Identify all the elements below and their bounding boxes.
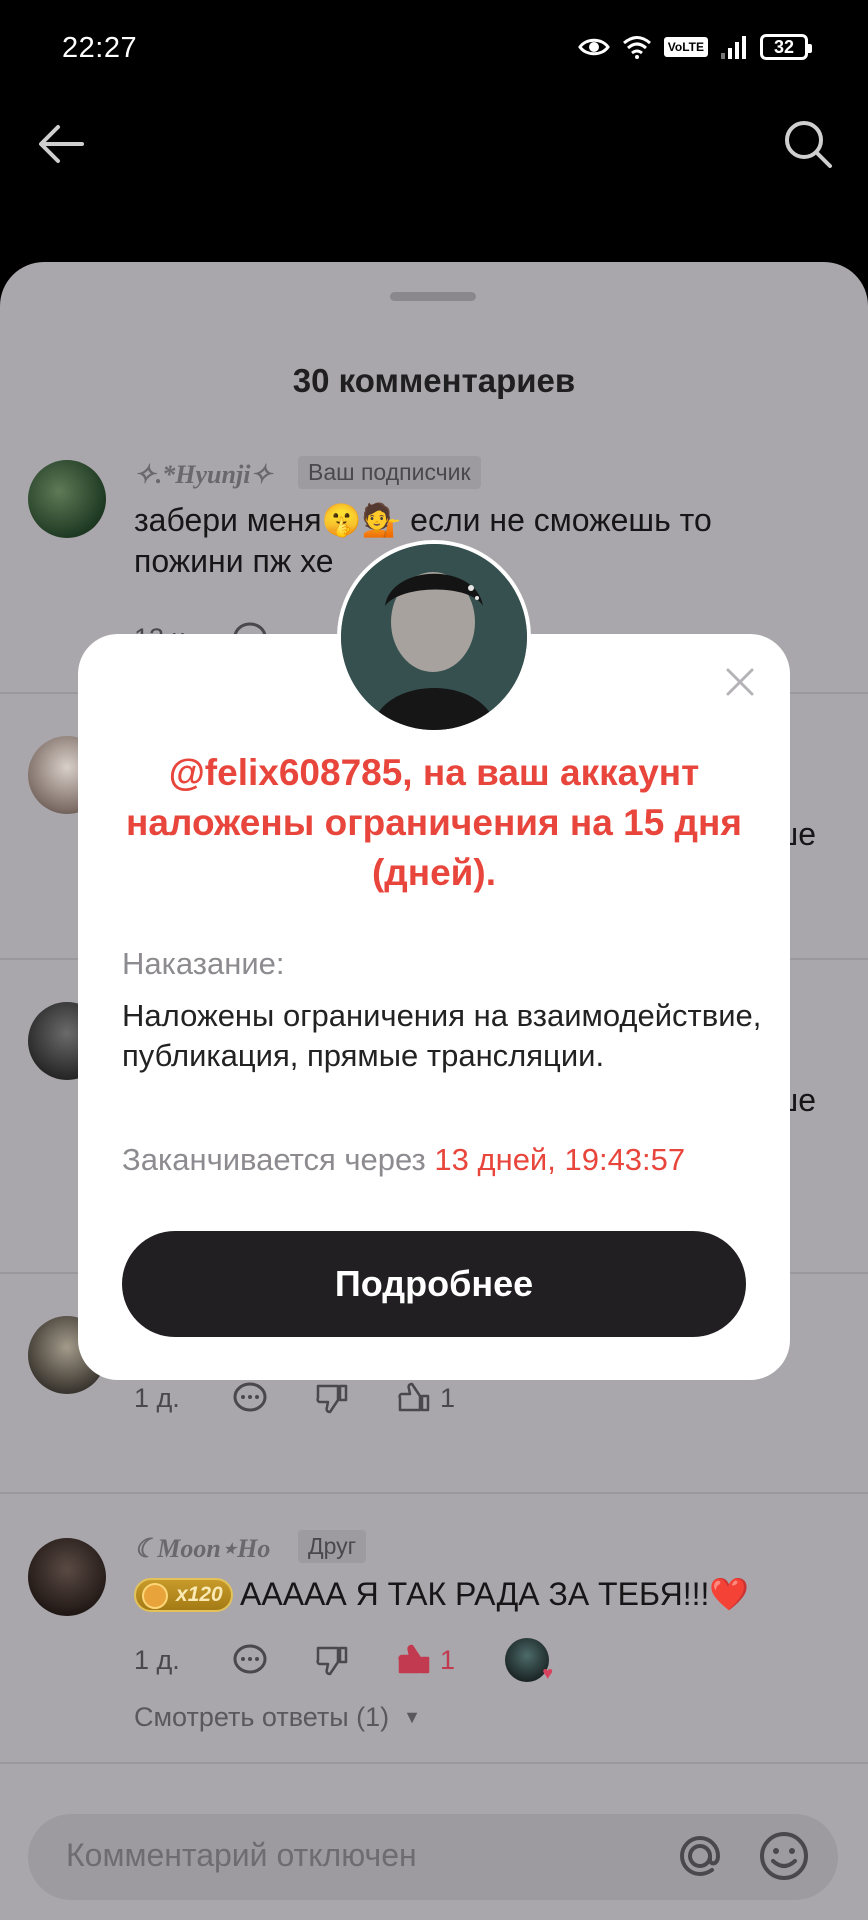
comment-time: 1 д. <box>134 1382 180 1413</box>
comment-username[interactable]: ☾Moon⋆Ho <box>134 1534 270 1564</box>
heart-icon: ♥ <box>542 1663 554 1683</box>
follower-tag: Ваш подписчик <box>298 456 481 489</box>
view-replies-link[interactable]: Смотреть ответы (1) ▼ <box>134 1702 421 1733</box>
like-icon[interactable] <box>394 1378 434 1418</box>
volte-badge: VoLTE <box>663 37 708 57</box>
signal-icon <box>721 36 746 59</box>
creator-liked-avatar: ♥ <box>505 1638 553 1683</box>
comment-input[interactable]: Комментарий отключен <box>28 1814 838 1900</box>
search-icon[interactable] <box>778 114 838 174</box>
dialog-title: @felix608785, на ваш аккаунт наложены ог… <box>126 752 742 893</box>
back-arrow-icon[interactable] <box>32 114 92 174</box>
account-avatar <box>337 540 531 734</box>
wifi-icon <box>622 36 651 59</box>
eye-icon <box>577 38 610 56</box>
reply-icon[interactable] <box>230 1378 270 1418</box>
close-icon[interactable] <box>724 666 756 698</box>
comment-item: ☾Moon⋆Ho Друг x120 ААААА Я ТАК РАДА ЗА Т… <box>0 1530 868 1798</box>
top-nav <box>0 96 868 286</box>
expiry-countdown: 13 дней, 19:43:57 <box>434 1142 686 1177</box>
avatar[interactable] <box>28 460 106 538</box>
comment-meta: 1 д. 1 <box>134 1378 455 1418</box>
punishment-description: Наложены ограничения на взаимодействие, … <box>122 998 762 1073</box>
sheet-drag-handle[interactable] <box>390 292 476 301</box>
coin-icon <box>142 1583 168 1609</box>
chevron-down-icon: ▼ <box>403 1707 421 1727</box>
restriction-dialog: @felix608785, на ваш аккаунт наложены ог… <box>78 634 790 1380</box>
battery-indicator: 32 <box>760 34 812 60</box>
divider <box>0 1762 868 1764</box>
comment-username[interactable]: ✧.*Hyunji✧ <box>134 460 272 490</box>
comment-meta: 1 д. 1 ♥ <box>134 1638 553 1683</box>
comment-time: 1 д. <box>134 1644 180 1675</box>
status-bar: 22:27 VoLTE 32 <box>0 0 868 96</box>
gift-badge: x120 <box>134 1578 233 1612</box>
comment-text: ААААА Я ТАК РАДА ЗА ТЕБЯ!!!❤️ <box>240 1576 750 1612</box>
avatar[interactable] <box>28 1538 106 1616</box>
divider <box>0 1492 868 1494</box>
comments-count-title: 30 комментариев <box>292 362 576 399</box>
status-icons: VoLTE 32 <box>577 34 812 60</box>
like-count: 1 <box>440 1382 456 1413</box>
like-count: 1 <box>440 1644 456 1675</box>
comment-input-placeholder: Комментарий отключен <box>66 1837 417 1873</box>
details-button[interactable]: Подробнее <box>122 1231 746 1337</box>
like-icon-active[interactable] <box>394 1640 434 1680</box>
dislike-icon[interactable] <box>312 1640 352 1680</box>
status-time: 22:27 <box>62 32 138 64</box>
punishment-label: Наказание: <box>122 946 285 981</box>
dislike-icon[interactable] <box>312 1378 352 1418</box>
expiry-line: Заканчивается через 13 дней, 19:43:57 <box>122 1142 685 1178</box>
reply-icon[interactable] <box>230 1640 270 1680</box>
avatar-portrait <box>341 544 527 730</box>
friend-tag: Друг <box>298 1530 366 1563</box>
mention-icon[interactable] <box>672 1828 728 1884</box>
emoji-icon[interactable] <box>756 1828 812 1884</box>
expiry-label: Заканчивается через <box>122 1142 426 1177</box>
